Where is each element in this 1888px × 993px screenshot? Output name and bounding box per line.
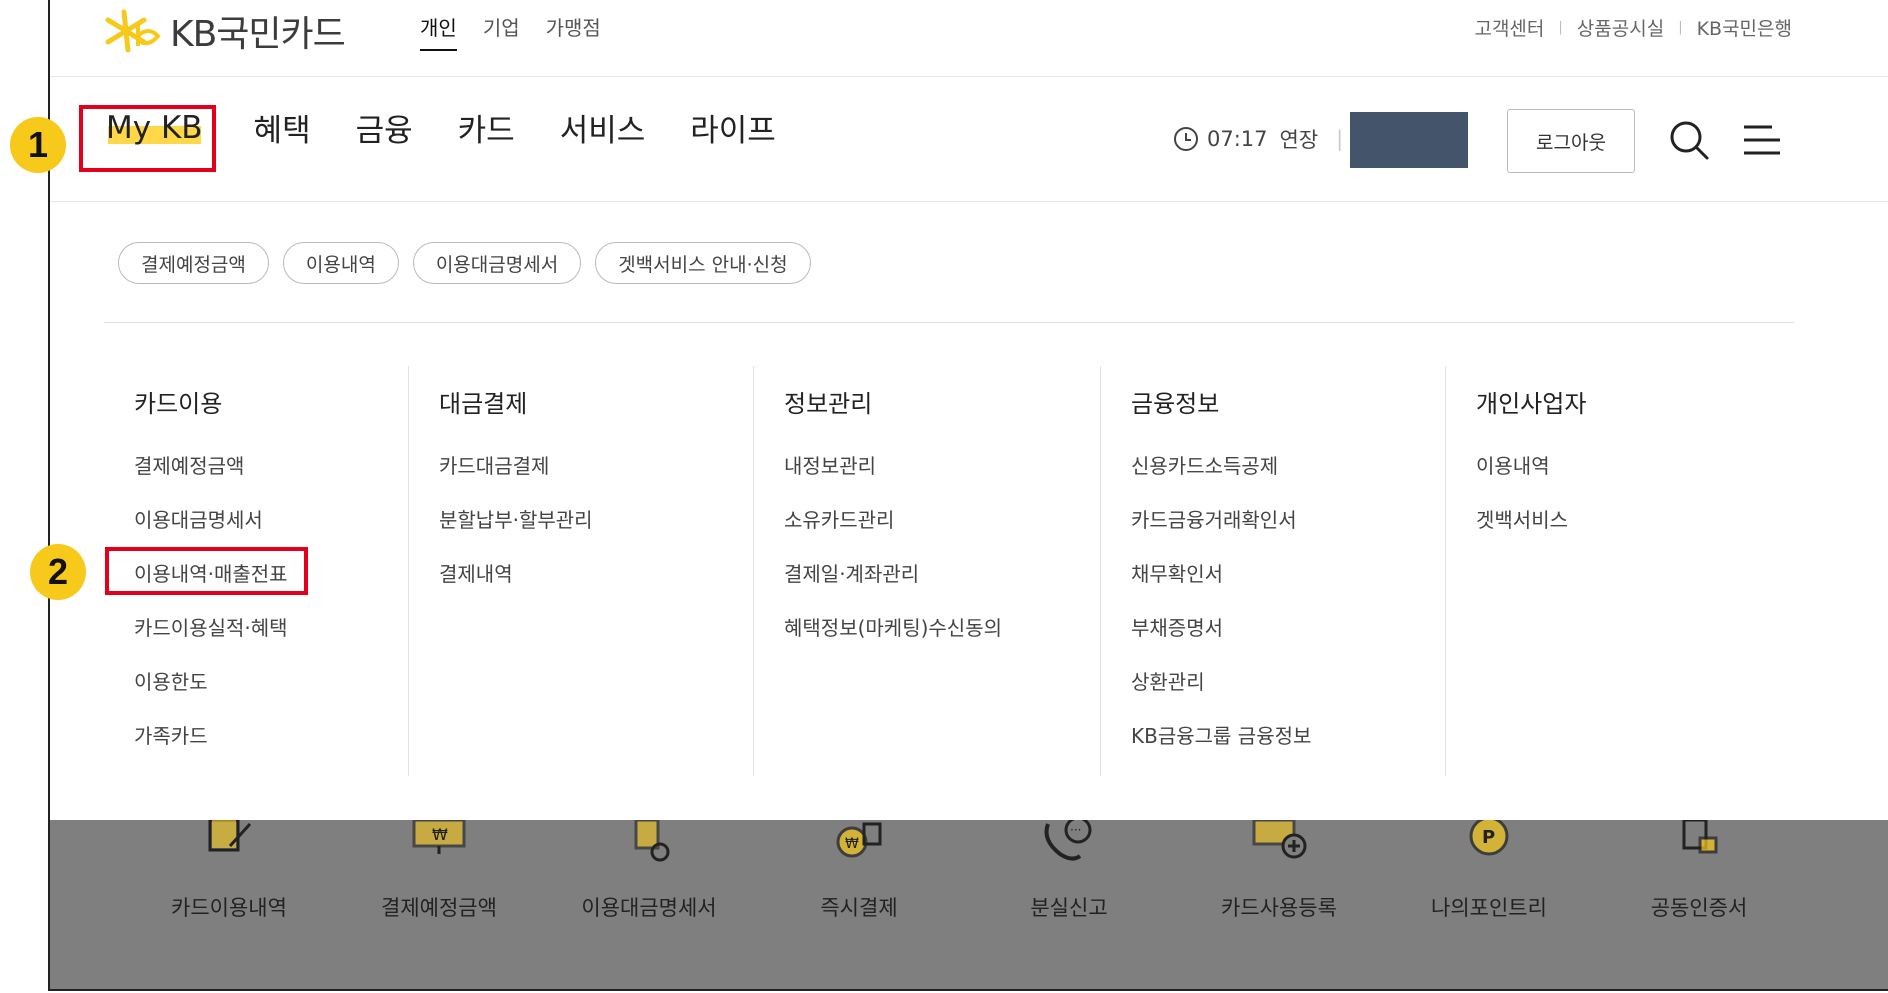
card-add-icon — [1252, 820, 1307, 859]
menu-column-sole-proprietor: 개인사업자 이용내역 겟백서비스 — [1445, 366, 1796, 776]
quick-item-my-pointree[interactable]: P 나의포인트리 — [1384, 820, 1594, 922]
clock-icon — [1174, 127, 1198, 151]
menu-column-payment: 대금결제 카드대금결제 분할납부·할부관리 결제내역 — [408, 366, 759, 776]
quick-item-card-usage[interactable]: 카드이용내역 — [124, 820, 334, 922]
menu-item[interactable]: 카드이용실적·혜택 — [134, 611, 384, 665]
statement-check-icon — [634, 820, 670, 862]
menu-column-title: 정보관리 — [784, 390, 873, 418]
dimmed-quick-menu: 카드이용내역 ₩ 결제예정금액 이용대금명세서 ₩ 즉시결제 ··· 분실신고 … — [50, 820, 1888, 989]
step-badge-2: 2 — [30, 544, 86, 600]
quick-chip-list: 결제예정금액 이용내역 이용대금명세서 겟백서비스 안내·신청 — [118, 242, 811, 284]
menu-item[interactable]: 결제예정금액 — [134, 449, 384, 503]
session-timer: 07:17 연장 | — [1173, 124, 1343, 154]
tab-personal[interactable]: 개인 — [420, 12, 457, 51]
certificate-lock-icon — [1682, 820, 1718, 854]
highlight-box-usage-receipt — [105, 547, 308, 595]
gnb-item-life[interactable]: 라이프 — [690, 105, 776, 150]
phone-call-icon: ··· — [1044, 820, 1092, 861]
menu-item[interactable]: KB금융그룹 금융정보 — [1131, 719, 1451, 773]
tab-business[interactable]: 기업 — [483, 12, 520, 51]
point-coin-icon: P — [1469, 820, 1509, 856]
quick-item-lost-report[interactable]: ··· 분실신고 — [964, 820, 1174, 922]
menu-column-title: 카드이용 — [134, 390, 223, 418]
gnb-item-service[interactable]: 서비스 — [560, 105, 646, 150]
menu-item[interactable]: 신용카드소득공제 — [1131, 449, 1451, 503]
menu-item[interactable]: 결제일·계좌관리 — [784, 557, 1104, 611]
search-icon[interactable] — [1668, 119, 1710, 161]
won-monitor-icon: ₩ — [412, 820, 466, 854]
quick-item-label: 카드사용등록 — [1221, 896, 1337, 920]
won-coin-stack-icon: ₩ — [836, 822, 882, 858]
separator: | — [1336, 127, 1344, 151]
timer-value: 07:17 — [1207, 127, 1268, 151]
extend-session-button[interactable]: 연장 — [1280, 124, 1319, 154]
quick-item-label: 나의포인트리 — [1431, 896, 1547, 920]
quick-item-statement[interactable]: 이용대금명세서 — [544, 820, 754, 922]
gnb-item-mykb[interactable]: My KB — [100, 106, 209, 150]
utility-links: 고객센터 | 상품공시실 | KB국민은행 — [1474, 14, 1792, 41]
menu-item[interactable]: 가족카드 — [134, 719, 384, 773]
gnb-item-mykb-label: My KB — [106, 109, 203, 146]
svg-text:P: P — [1482, 827, 1495, 848]
browser-frame: KB국민카드 개인 기업 가맹점 고객센터 | 상품공시실 | KB국민은행 M… — [48, 0, 1888, 991]
quick-item-label: 이용대금명세서 — [581, 896, 717, 920]
chip-getback-service[interactable]: 겟백서비스 안내·신청 — [595, 242, 811, 284]
quick-item-instant-payment[interactable]: ₩ 즉시결제 — [754, 820, 964, 922]
quick-item-label: 즉시결제 — [820, 896, 898, 920]
menu-column-title: 대금결제 — [439, 390, 528, 418]
menu-item[interactable]: 카드금융거래확인서 — [1131, 503, 1451, 557]
gnb-item-finance[interactable]: 금융 — [356, 105, 413, 150]
global-navigation: My KB 혜택 금융 카드 서비스 라이프 07:17 연장 | 로그아웃 — [50, 77, 1888, 202]
svg-text:₩: ₩ — [432, 825, 448, 844]
menu-item[interactable]: 결제내역 — [439, 557, 759, 611]
quick-item-label: 분실신고 — [1030, 896, 1108, 920]
quick-item-certificate[interactable]: 공동인증서 — [1594, 820, 1804, 922]
menu-item[interactable]: 상환관리 — [1131, 665, 1451, 719]
menu-item[interactable]: 채무확인서 — [1131, 557, 1451, 611]
menu-item[interactable]: 혜택정보(마케팅)수신동의 — [784, 611, 1104, 665]
link-customer-center[interactable]: 고객센터 — [1474, 14, 1544, 41]
gnb-item-card[interactable]: 카드 — [458, 105, 515, 150]
quick-item-label: 카드이용내역 — [171, 896, 287, 920]
menu-column-financial-info: 금융정보 신용카드소득공제 카드금융거래확인서 채무확인서 부채증명서 상환관리… — [1100, 366, 1451, 776]
separator: | — [1678, 20, 1683, 35]
tab-merchant[interactable]: 가맹점 — [546, 12, 601, 51]
menu-item[interactable]: 이용내역 — [1476, 449, 1796, 503]
logout-button[interactable]: 로그아웃 — [1507, 109, 1635, 173]
quick-icon-list: 카드이용내역 ₩ 결제예정금액 이용대금명세서 ₩ 즉시결제 ··· 분실신고 … — [124, 820, 1804, 922]
kb-logo[interactable]: KB국민카드 — [104, 6, 346, 56]
svg-text:···: ··· — [1070, 823, 1081, 837]
quick-item-payment-due[interactable]: ₩ 결제예정금액 — [334, 820, 544, 922]
menu-item[interactable]: 분할납부·할부관리 — [439, 503, 759, 557]
chip-usage-history[interactable]: 이용내역 — [282, 242, 399, 284]
menu-item[interactable]: 카드대금결제 — [439, 449, 759, 503]
link-kb-bank[interactable]: KB국민은행 — [1697, 14, 1792, 41]
hamburger-menu-icon[interactable] — [1742, 121, 1782, 159]
menu-item[interactable]: 겟백서비스 — [1476, 503, 1796, 557]
divider — [104, 322, 1794, 323]
menu-item[interactable]: 소유카드관리 — [784, 503, 1104, 557]
quick-item-label: 결제예정금액 — [381, 896, 497, 920]
menu-item[interactable]: 부채증명서 — [1131, 611, 1451, 665]
link-product-disclosure[interactable]: 상품공시실 — [1577, 14, 1664, 41]
chip-payment-due[interactable]: 결제예정금액 — [118, 242, 269, 284]
menu-item[interactable]: 이용한도 — [134, 665, 384, 719]
separator: | — [1558, 20, 1563, 35]
gnb-item-benefits[interactable]: 혜택 — [254, 105, 311, 150]
logo-text: KB국민카드 — [170, 14, 346, 55]
menu-column-title: 개인사업자 — [1476, 390, 1587, 418]
svg-text:₩: ₩ — [845, 836, 859, 852]
step-badge-1: 1 — [10, 117, 66, 173]
user-name-redacted — [1350, 112, 1468, 168]
chip-statement[interactable]: 이용대금명세서 — [412, 242, 582, 284]
kb-star-icon — [105, 9, 161, 53]
menu-column-title: 금융정보 — [1131, 390, 1220, 418]
quick-item-card-register[interactable]: 카드사용등록 — [1174, 820, 1384, 922]
customer-segment-tabs: 개인 기업 가맹점 — [420, 12, 601, 51]
document-pen-icon — [208, 820, 252, 852]
quick-item-label: 공동인증서 — [1650, 896, 1748, 920]
menu-item[interactable]: 내정보관리 — [784, 449, 1104, 503]
top-utility-bar: KB국민카드 개인 기업 가맹점 고객센터 | 상품공시실 | KB국민은행 — [50, 0, 1888, 77]
menu-column-info-management: 정보관리 내정보관리 소유카드관리 결제일·계좌관리 혜택정보(마케팅)수신동의 — [753, 366, 1104, 776]
